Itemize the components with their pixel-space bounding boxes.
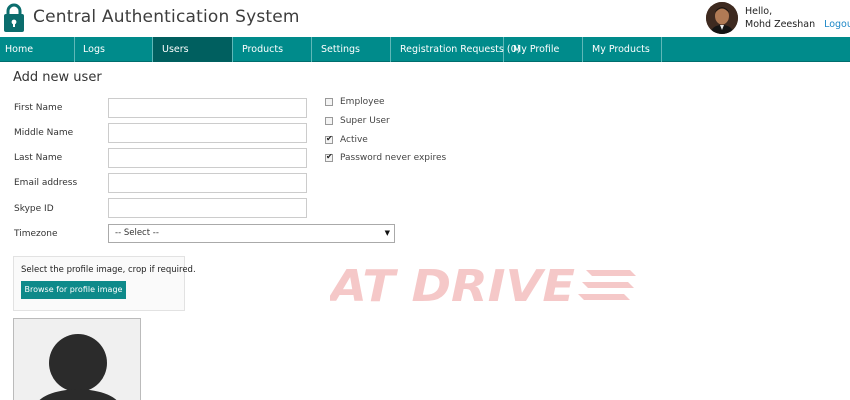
employee-checkbox-label: Employee [340,97,385,107]
nav-settings[interactable]: Settings [312,37,391,62]
nav-my-profile[interactable]: My Profile [504,37,583,62]
nav-my-products[interactable]: My Products [583,37,662,62]
timezone-label: Timezone [14,229,58,239]
middle-name-label: Middle Name [14,128,74,138]
skype-id-input[interactable] [108,198,307,218]
app-header: Central Authentication System Hello, Moh… [0,0,850,37]
nav-logs[interactable]: Logs [75,37,153,62]
super-user-checkbox[interactable] [325,117,333,125]
page-title: Add new user [13,70,102,85]
employee-checkbox[interactable] [325,98,333,106]
user-avatar[interactable] [706,2,738,34]
dropdown-arrow-icon: ▼ [384,229,390,237]
app-title: Central Authentication System [33,7,300,27]
nav-registration-requests[interactable]: Registration Requests (0) [391,37,520,62]
first-name-input[interactable] [108,98,307,118]
email-input[interactable] [108,173,307,193]
middle-name-input[interactable] [108,123,307,143]
user-greeting: Hello, Mohd Zeeshan Logout [745,5,850,31]
timezone-selected-value: -- Select -- [115,228,159,238]
skype-id-label: Skype ID [14,204,54,214]
first-name-label: First Name [14,103,63,113]
main-navbar: Home Logs Users Products Settings Regist… [0,37,850,62]
active-checkbox-label: Active [340,135,368,145]
profile-image-hint: Select the profile image, crop if requir… [21,265,196,275]
logout-link[interactable]: Logout [824,18,850,31]
password-never-expires-option: Password never expires [325,152,447,163]
atdrive-watermark-logo: AT DRIVE [330,262,636,308]
password-never-expires-checkbox[interactable] [325,152,333,162]
user-silhouette-icon [39,334,117,400]
password-never-expires-checkbox-label: Password never expires [340,153,447,163]
last-name-input[interactable] [108,148,307,168]
svg-text:AT DRIVE: AT DRIVE [330,262,575,308]
active-checkbox[interactable] [325,134,333,144]
lock-icon [4,3,24,32]
browse-profile-image-button[interactable]: Browse for profile image [21,281,126,299]
nav-home[interactable]: Home [0,37,75,62]
employee-option: Employee [325,97,385,107]
timezone-select[interactable]: -- Select -- ▼ [108,224,395,243]
active-option: Active [325,134,368,145]
user-name: Mohd Zeeshan [745,19,816,30]
email-label: Email address [14,178,78,188]
nav-products[interactable]: Products [233,37,312,62]
super-user-option: Super User [325,116,390,126]
last-name-label: Last Name [14,153,63,163]
profile-image-preview [13,318,141,400]
greeting-text: Hello, [745,6,773,17]
nav-users[interactable]: Users [153,37,233,62]
super-user-checkbox-label: Super User [340,116,390,126]
avatar-photo-icon [706,2,738,34]
profile-image-panel: Select the profile image, crop if requir… [13,256,196,311]
